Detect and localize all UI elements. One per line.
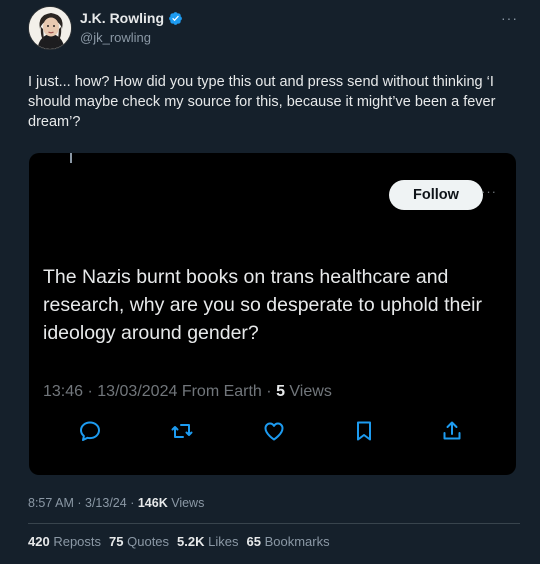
quoted-tweet-card[interactable]: Follow ··· The Nazis burnt books on tran… [29,153,516,475]
quotes-stat[interactable]: 75 Quotes [109,534,169,549]
reply-icon[interactable] [78,419,102,443]
share-icon[interactable] [440,419,464,443]
reposts-label: Reposts [53,534,102,549]
quoted-views-count: 5 [276,383,285,400]
card-more-icon[interactable]: ··· [481,184,497,199]
quotes-label: Quotes [127,534,170,549]
more-icon[interactable]: ··· [501,10,518,26]
bookmark-icon[interactable] [352,419,376,443]
tweet-date[interactable]: 3/13/24 [85,496,127,510]
separator: · [266,383,277,400]
tweet-time[interactable]: 8:57 AM [28,496,74,510]
separator: · [87,383,98,400]
likes-label: Likes [208,534,239,549]
separator: · [77,496,85,510]
like-icon[interactable] [262,419,286,443]
divider [28,523,520,524]
reposts-count: 420 [28,534,50,549]
tweet-meta: 8:57 AM · 3/13/24 · 146K Views [28,496,204,510]
quoted-time: 13:46 [43,383,84,400]
separator: · [130,496,138,510]
verified-badge-icon [169,11,182,25]
tweet-text: I just... how? How did you type this out… [28,74,496,130]
tweet-header: J.K. Rowling @jk_rowling ··· [28,6,520,50]
quoted-tweet-meta: 13:46 · 13/03/2024 From Earth · 5 Views [43,383,332,401]
quotes-count: 75 [109,534,124,549]
quoted-date: 13/03/2024 [97,383,178,400]
likes-stat[interactable]: 5.2K Likes [177,534,238,549]
author-handle[interactable]: @jk_rowling [80,30,151,45]
author-name[interactable]: J.K. Rowling [80,10,164,26]
card-divider [70,153,72,163]
bookmarks-count: 65 [246,534,261,549]
bookmarks-stat[interactable]: 65 Bookmarks [247,534,330,549]
reposts-stat[interactable]: 420 Reposts [28,534,101,549]
avatar[interactable] [28,6,72,50]
views-label: Views [171,496,205,510]
quoted-source: From Earth [181,383,262,400]
likes-count: 5.2K [177,534,205,549]
views-count: 146K [137,496,168,510]
card-action-bar [29,419,516,447]
repost-icon[interactable] [170,419,194,443]
engagement-stats: 420 Reposts 75 Quotes 5.2K Likes 65 Book… [28,534,330,549]
quoted-tweet-text: The Nazis burnt books on trans healthcar… [43,266,483,344]
name-row: J.K. Rowling [80,10,183,26]
follow-button[interactable]: Follow [389,180,483,210]
quoted-views-label: Views [289,383,332,400]
bookmarks-label: Bookmarks [264,534,330,549]
